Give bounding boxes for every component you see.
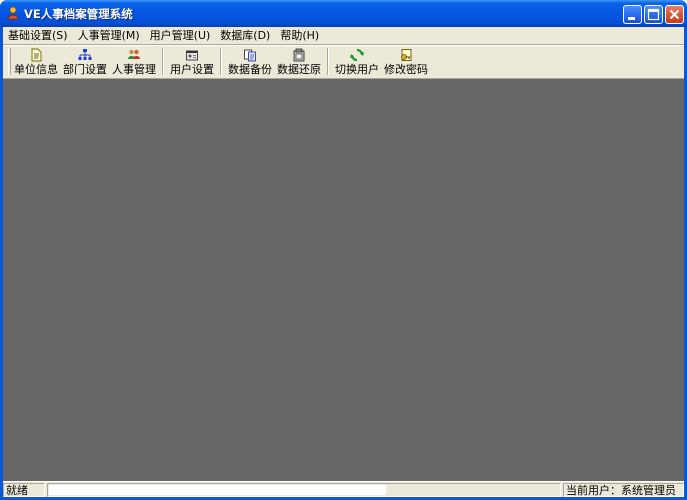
person-icon [7,6,19,20]
menu-user-management[interactable]: 用户管理(U) [145,27,216,44]
minimize-icon [628,17,635,20]
people-icon [128,49,140,59]
close-button[interactable] [665,5,684,24]
switch-user-button[interactable]: 切换用户 [333,46,381,77]
menu-database[interactable]: 数据库(D) [215,27,275,44]
client-area: 基础设置(S) 人事管理(M) 用户管理(U) 数据库(D) 帮助(H) 单位信… [3,27,684,497]
user-settings-icon [186,50,198,61]
app-window: VE人事档案管理系统 基础设置(S) 人事管理(M) 用户管理(U) 数据库(D… [0,0,687,500]
toolbar: 单位信息 部门设置 人事管理 用户设置 数据备份 数据还原 切换用户 修改密码 [3,46,684,77]
menu-help[interactable]: 帮助(H) [275,27,324,44]
window-title: VE人事档案管理系统 [24,7,133,21]
change-password-label: 修改密码 [384,63,428,76]
mdi-workspace[interactable] [3,78,684,481]
department-settings-label: 部门设置 [63,63,107,76]
toolbar-separator [327,48,329,75]
close-icon [669,9,680,20]
maximize-icon [647,8,660,21]
toolbar-grip[interactable] [8,48,11,75]
maximize-button[interactable] [644,5,663,24]
personnel-management-label: 人事管理 [112,63,156,76]
menu-bar: 基础设置(S) 人事管理(M) 用户管理(U) 数据库(D) 帮助(H) [3,27,684,44]
data-backup-button[interactable]: 数据备份 [226,46,274,77]
progress-bar [47,483,561,497]
unit-info-button[interactable]: 单位信息 [12,46,60,77]
menu-basic-settings[interactable]: 基础设置(S) [3,27,73,44]
toolbar-separator [220,48,222,75]
data-restore-button[interactable]: 数据还原 [275,46,323,77]
status-bar: 就绪 当前用户：系统管理员 [3,481,684,497]
backup-icon [244,49,256,62]
toolbar-separator [162,48,164,75]
password-icon [401,49,412,61]
personnel-management-button[interactable]: 人事管理 [110,46,158,77]
progress-track [49,485,559,495]
status-text: 就绪 [3,483,45,497]
data-restore-label: 数据还原 [277,63,321,76]
menu-personnel[interactable]: 人事管理(M) [73,27,145,44]
org-chart-icon [78,49,92,60]
data-backup-label: 数据备份 [228,63,272,76]
user-settings-label: 用户设置 [170,63,214,76]
change-password-button[interactable]: 修改密码 [382,46,430,77]
progress-fill [49,485,386,495]
user-settings-button[interactable]: 用户设置 [168,46,216,77]
current-user-status: 当前用户：系统管理员 [563,483,684,497]
document-icon [31,48,42,62]
switch-user-icon [350,48,364,62]
title-bar[interactable]: VE人事档案管理系统 [0,0,687,27]
restore-icon [293,48,305,62]
switch-user-label: 切换用户 [335,63,379,76]
unit-info-label: 单位信息 [14,63,58,76]
minimize-button[interactable] [623,5,642,24]
department-settings-button[interactable]: 部门设置 [61,46,109,77]
